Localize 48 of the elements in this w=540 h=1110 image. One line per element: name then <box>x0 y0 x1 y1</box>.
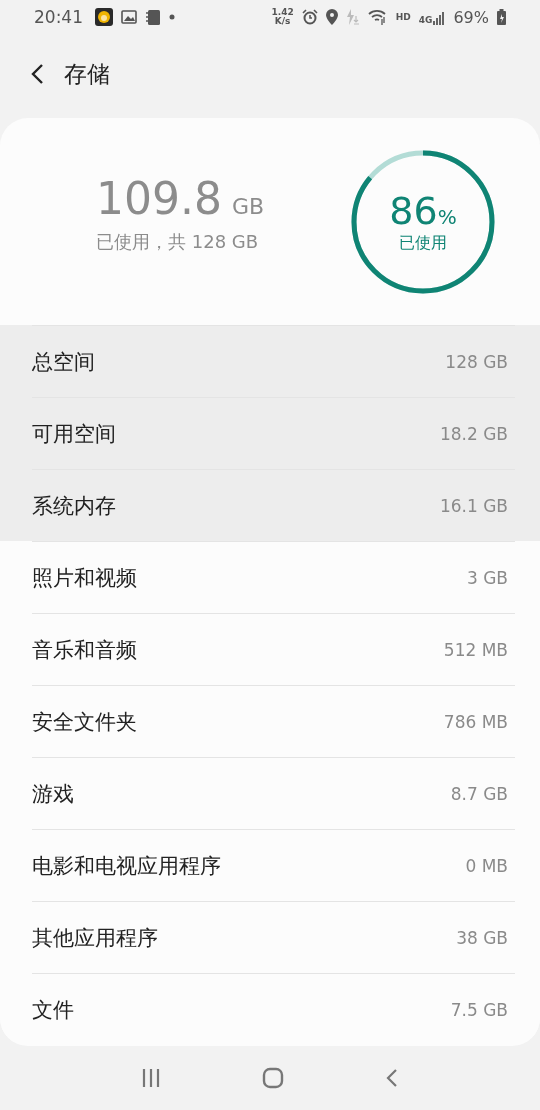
row-label: 照片和视频 <box>32 564 138 592</box>
storage-row[interactable]: 可用空间 18.2 GB <box>0 397 540 469</box>
dot-icon <box>169 14 175 20</box>
notebook-icon <box>145 8 161 26</box>
row-label: 系统内存 <box>32 492 117 520</box>
row-label: 总空间 <box>32 348 96 376</box>
network-type: 4G <box>418 15 433 25</box>
status-time: 20:41 <box>34 7 83 27</box>
row-value: 128 GB <box>445 351 508 372</box>
back-icon[interactable] <box>30 63 44 85</box>
usage-caption: 已使用，共 128 GB <box>96 230 260 254</box>
row-label: 音乐和音频 <box>32 636 138 664</box>
row-label: 安全文件夹 <box>32 708 138 736</box>
used-unit: GB <box>231 194 265 219</box>
row-value: 18.2 GB <box>439 423 508 444</box>
alarm-icon <box>301 9 318 25</box>
hd-indicator: HD <box>395 12 411 22</box>
recent-apps-icon[interactable] <box>140 1068 161 1088</box>
row-value: 38 GB <box>456 927 508 948</box>
row-value: 8.7 GB <box>450 783 508 804</box>
row-value: 7.5 GB <box>450 999 508 1020</box>
row-label: 可用空间 <box>32 420 117 448</box>
row-label: 游戏 <box>32 780 75 808</box>
storage-row[interactable]: 系统内存 16.1 GB <box>0 469 540 541</box>
signal-icon <box>433 9 446 25</box>
percent-sign: % <box>437 205 457 229</box>
usage-label: 已使用 <box>399 233 447 254</box>
app-icon <box>95 8 113 26</box>
storage-row[interactable]: 总空间 128 GB <box>0 325 540 397</box>
page-title: 存储 <box>64 59 110 89</box>
row-value: 16.1 GB <box>439 495 508 516</box>
image-icon <box>121 9 137 25</box>
row-value: 3 GB <box>466 567 508 588</box>
charging-icon <box>345 9 360 25</box>
used-amount: 109.8 <box>96 173 222 224</box>
location-icon <box>325 9 338 25</box>
usage-percent: 86 <box>389 189 438 233</box>
home-icon[interactable] <box>262 1067 284 1089</box>
battery-level: 69% <box>453 7 489 27</box>
row-label: 其他应用程序 <box>32 924 159 952</box>
wifi-icon <box>367 9 388 25</box>
battery-icon <box>497 9 506 25</box>
row-value: 512 MB <box>443 639 508 660</box>
row-label: 文件 <box>32 996 75 1024</box>
network-speed: 1.42 K/s <box>271 8 294 26</box>
row-value: 0 MB <box>465 855 508 876</box>
row-value: 786 MB <box>443 711 508 732</box>
row-label: 电影和电视应用程序 <box>32 852 222 880</box>
